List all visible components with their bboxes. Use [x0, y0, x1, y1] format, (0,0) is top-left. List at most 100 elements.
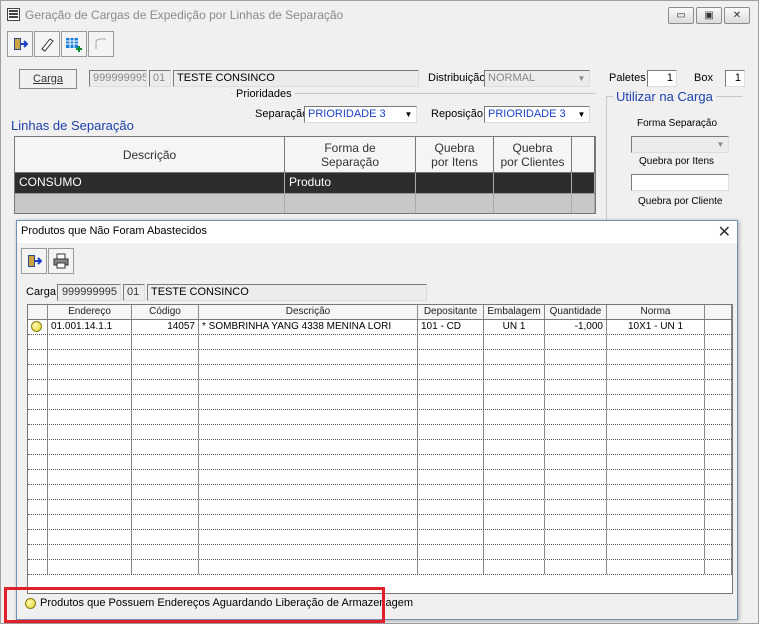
dialog-carga-numero[interactable]: 999999995 [57, 284, 121, 301]
empty-cell [48, 365, 132, 379]
empty-cell [545, 440, 607, 454]
box-field[interactable]: 1 [725, 70, 745, 87]
empty-cell [705, 500, 732, 514]
col-depositante[interactable]: Depositante [418, 305, 484, 319]
empty-cell [132, 515, 199, 529]
empty-cell [199, 545, 418, 559]
empty-row[interactable] [28, 485, 732, 500]
col-descricao[interactable]: Descrição [15, 137, 285, 172]
table-row[interactable]: 01.001.14.1.1 14057 * SOMBRINHA YANG 433… [28, 320, 732, 335]
empty-cell [545, 410, 607, 424]
col-embalagem[interactable]: Embalagem [484, 305, 545, 319]
empty-cell [484, 530, 545, 544]
edit-button[interactable] [34, 31, 60, 57]
eraser-icon [41, 38, 54, 52]
col-endereco[interactable]: Endereço [48, 305, 132, 319]
carga-numero-field[interactable]: 999999995 [89, 70, 147, 87]
empty-cell [484, 545, 545, 559]
separacao-select[interactable]: PRIORIDADE 3 ▼ [304, 106, 417, 123]
col-norma[interactable]: Norma [607, 305, 705, 319]
empty-row[interactable] [28, 365, 732, 380]
empty-cell [199, 530, 418, 544]
col-descricao[interactable]: Descrição [199, 305, 418, 319]
distribuicao-select[interactable]: NORMAL ▼ [484, 70, 590, 87]
reposicao-select[interactable]: PRIORIDADE 3 ▼ [484, 106, 590, 123]
col-quebra-clientes[interactable]: Quebra por Clientes [494, 137, 572, 172]
empty-cell [484, 335, 545, 349]
carga-nome-field[interactable]: TESTE CONSINCO [173, 70, 419, 87]
col-codigo[interactable]: Código [132, 305, 199, 319]
minimize-button[interactable]: ▭ [668, 7, 694, 24]
linhas-title: Linhas de Separação [11, 118, 134, 133]
empty-row[interactable] [28, 455, 732, 470]
table-row[interactable]: CONSUMO Produto [15, 173, 595, 193]
quebra-itens-field[interactable] [631, 174, 729, 191]
empty-row[interactable] [28, 380, 732, 395]
empty-cell [545, 335, 607, 349]
empty-row[interactable] [28, 515, 732, 530]
empty-cell [418, 515, 484, 529]
print-button[interactable] [48, 248, 74, 274]
empty-cell [545, 425, 607, 439]
chevron-down-icon: ▼ [577, 74, 586, 83]
exit-button[interactable] [7, 31, 33, 57]
maximize-button[interactable]: ▣ [696, 7, 722, 24]
empty-cell [28, 365, 48, 379]
row-forma: Produto [285, 173, 416, 193]
empty-cell [607, 545, 705, 559]
empty-cell [28, 440, 48, 454]
empty-row[interactable] [28, 530, 732, 545]
empty-cell [545, 485, 607, 499]
row-descricao: * SOMBRINHA YANG 4338 MENINA LORI [199, 320, 418, 334]
empty-row[interactable] [28, 500, 732, 515]
empty-row[interactable] [28, 350, 732, 365]
col-quebra-itens-line2: por Itens [431, 154, 478, 169]
empty-row[interactable] [28, 440, 732, 455]
row-quantidade: -1,000 [545, 320, 607, 334]
empty-cell [199, 440, 418, 454]
empty-cell [607, 530, 705, 544]
empty-cell [418, 455, 484, 469]
empty-row[interactable] [28, 335, 732, 350]
empty-row[interactable] [28, 545, 732, 560]
dialog-exit-button[interactable] [21, 248, 47, 274]
empty-cell [48, 440, 132, 454]
empty-row[interactable] [28, 395, 732, 410]
empty-cell [484, 560, 545, 574]
cell [285, 194, 416, 213]
empty-cell [705, 395, 732, 409]
close-button[interactable]: ✕ [724, 7, 750, 24]
empty-cell [705, 530, 732, 544]
add-grid-button[interactable] [61, 31, 87, 57]
empty-row[interactable] [28, 470, 732, 485]
empty-row[interactable] [28, 560, 732, 575]
paletes-field[interactable]: 1 [647, 70, 677, 87]
carga-seq-field[interactable]: 01 [149, 70, 171, 87]
dialog-carga-seq[interactable]: 01 [123, 284, 145, 301]
dialog-carga-nome[interactable]: TESTE CONSINCO [147, 284, 427, 301]
empty-cell [705, 470, 732, 484]
empty-cell [607, 515, 705, 529]
col-quebra-itens[interactable]: Quebra por Itens [416, 137, 494, 172]
empty-cell [607, 470, 705, 484]
separacao-value: PRIORIDADE 3 [308, 108, 386, 120]
empty-cell [418, 365, 484, 379]
disabled-tool-button[interactable] [88, 31, 114, 57]
empty-cell [607, 485, 705, 499]
empty-cell [48, 500, 132, 514]
reposicao-label: Reposição [431, 108, 483, 120]
forma-separacao-select[interactable]: ▼ [631, 136, 729, 153]
empty-cell [545, 515, 607, 529]
table-row[interactable] [15, 193, 595, 213]
col-forma-line1: Forma de [324, 140, 376, 155]
empty-cell [28, 455, 48, 469]
empty-row[interactable] [28, 410, 732, 425]
col-forma[interactable]: Forma de Separação [285, 137, 416, 172]
col-quantidade[interactable]: Quantidade [545, 305, 607, 319]
empty-cell [28, 485, 48, 499]
empty-cell [132, 395, 199, 409]
row-embalagem: UN 1 [484, 320, 545, 334]
empty-row[interactable] [28, 425, 732, 440]
carga-button[interactable]: Carga [19, 69, 77, 89]
dialog-close-button[interactable]: ✕ [718, 222, 731, 242]
